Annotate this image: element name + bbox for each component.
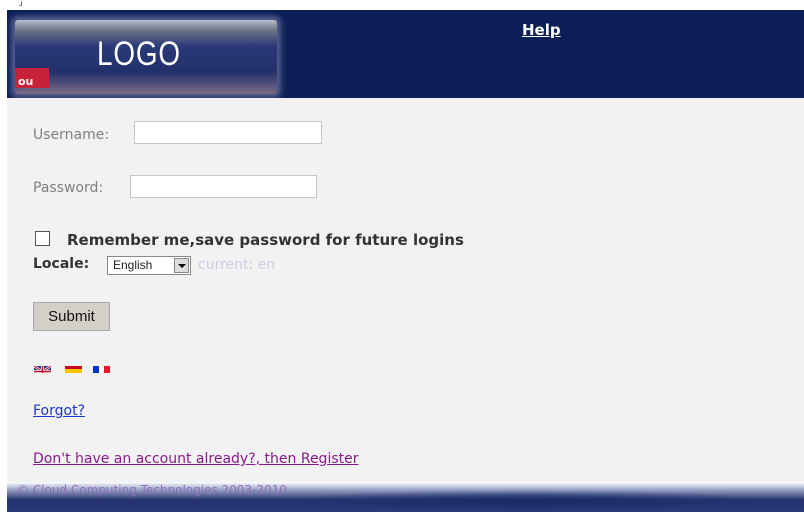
logo-text: LOGO <box>97 35 181 73</box>
register-link[interactable]: Don't have an account already?, then Reg… <box>33 451 359 467</box>
password-field[interactable] <box>130 175 317 198</box>
locale-selected-value: English <box>113 258 153 272</box>
chevron-down-icon[interactable] <box>174 258 189 273</box>
header-bar: LOGO ou Help <box>7 10 804 98</box>
france-flag-icon[interactable] <box>93 362 110 373</box>
logo: LOGO ou <box>15 20 277 94</box>
remember-checkbox[interactable] <box>35 231 50 246</box>
current-locale-text: current: en <box>198 257 276 273</box>
top-corner-mark: ɹ <box>19 0 23 9</box>
login-panel: Username: Password: Remember me,save pas… <box>7 98 804 482</box>
locale-label: Locale: <box>33 256 90 272</box>
password-label: Password: <box>33 180 104 196</box>
forgot-link[interactable]: Forgot? <box>33 403 85 419</box>
username-field[interactable] <box>134 121 322 144</box>
footer-copyright: © Cloud Computing Technologies 2003-2010 <box>17 483 287 497</box>
footer-glow <box>267 490 787 512</box>
help-link[interactable]: Help <box>522 21 561 39</box>
submit-button[interactable]: Submit <box>33 302 110 331</box>
spain-flag-icon[interactable] <box>65 362 82 373</box>
logo-badge: ou <box>15 68 49 88</box>
remember-label: Remember me,save password for future log… <box>67 231 464 249</box>
uk-flag-icon[interactable] <box>34 362 51 373</box>
footer-bar: © Cloud Computing Technologies 2003-2010 <box>7 482 804 512</box>
locale-select[interactable]: English <box>107 256 191 275</box>
username-label: Username: <box>33 127 110 143</box>
